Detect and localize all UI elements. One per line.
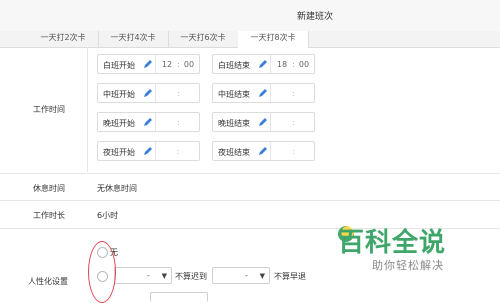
late-tolerance-select[interactable]: - ▼ [114, 267, 172, 284]
highlight-annotation [88, 241, 116, 303]
tab-2-punches[interactable]: 一天打2次卡 [28, 31, 99, 47]
minute-field[interactable]: 00 [297, 60, 311, 69]
early-text: 不算早退 [274, 272, 306, 281]
dropdown-arrow-icon: ▼ [259, 272, 265, 280]
pencil-icon[interactable] [258, 88, 268, 98]
tab-4-punches[interactable]: 一天打4次卡 [98, 31, 169, 47]
evening-shift-start[interactable]: 晚班开始 : [97, 112, 200, 132]
time-colon: : [292, 89, 295, 98]
dialog-header: 新建班次 [0, 0, 500, 33]
dialog-title: 新建班次 [297, 12, 334, 22]
slot-label: 白班结束 [218, 61, 250, 70]
row-divider [0, 173, 500, 174]
evening-shift-end[interactable]: 晚班结束 : [212, 112, 315, 132]
tab-label: 一天打4次卡 [110, 33, 156, 42]
select-value: - [147, 271, 150, 280]
watermark-subtitle: 助你轻松解决 [372, 259, 444, 272]
divider [270, 55, 271, 73]
work-time-label: 工作时间 [33, 105, 65, 114]
time-colon: : [292, 118, 295, 127]
slot-label: 夜班开始 [103, 148, 135, 157]
time-colon: : [177, 89, 180, 98]
minute-field[interactable]: 00 [182, 60, 196, 69]
time-colon: : [292, 60, 295, 69]
rest-time-value: 无休息时间 [97, 184, 137, 193]
divider [155, 84, 156, 102]
day-shift-start[interactable]: 白班开始 12 : 00 [97, 54, 200, 74]
time-colon: : [177, 147, 180, 156]
watermark-title: 百科全说 [338, 228, 447, 258]
day-shift-end[interactable]: 白班结束 18 : 00 [212, 54, 315, 74]
tab-8-punches[interactable]: 一天打8次卡 [238, 31, 309, 48]
slot-label: 白班开始 [103, 61, 135, 70]
night-shift-start[interactable]: 夜班开始 : [97, 141, 200, 161]
slot-label: 晚班开始 [103, 119, 135, 128]
select-value: - [245, 271, 248, 280]
early-tolerance-select[interactable]: - ▼ [212, 267, 270, 284]
tab-label: 一天打6次卡 [180, 33, 226, 42]
hour-field[interactable]: 12 [160, 60, 174, 69]
work-duration-value: 6小时 [97, 211, 119, 220]
pencil-icon[interactable] [143, 146, 153, 156]
tab-bar: 一天打2次卡 一天打4次卡 一天打6次卡 一天打8次卡 [0, 31, 500, 48]
work-duration-label: 工作时长 [33, 211, 65, 220]
hour-field[interactable]: 18 [275, 60, 289, 69]
divider [270, 113, 271, 131]
tab-6-punches[interactable]: 一天打6次卡 [168, 31, 239, 47]
pencil-icon[interactable] [258, 59, 268, 69]
watermark: 百科全说 助你轻松解决 [338, 222, 468, 273]
row-divider [0, 200, 500, 201]
dropdown-arrow-icon: ▼ [161, 272, 167, 280]
time-colon: : [292, 147, 295, 156]
slot-label: 中班开始 [103, 90, 135, 99]
pencil-icon[interactable] [258, 117, 268, 127]
divider [155, 113, 156, 131]
rest-time-label: 休息时间 [33, 184, 65, 193]
mid-shift-start[interactable]: 中班开始 : [97, 83, 200, 103]
divider [270, 142, 271, 160]
late-text: 不算迟到 [175, 272, 207, 281]
time-colon: : [177, 118, 180, 127]
slot-label: 晚班结束 [218, 119, 250, 128]
pencil-icon[interactable] [143, 59, 153, 69]
tab-label: 一天打2次卡 [40, 33, 86, 42]
time-colon: : [177, 60, 180, 69]
pencil-icon[interactable] [258, 146, 268, 156]
label-column-divider [87, 47, 88, 172]
humanize-label: 人性化设置 [28, 277, 68, 286]
pencil-icon[interactable] [143, 88, 153, 98]
next-select[interactable] [150, 292, 208, 302]
divider [270, 84, 271, 102]
divider [155, 142, 156, 160]
mid-shift-end[interactable]: 中班结束 : [212, 83, 315, 103]
slot-label: 中班结束 [218, 90, 250, 99]
tab-label: 一天打8次卡 [250, 33, 296, 42]
pencil-icon[interactable] [143, 117, 153, 127]
divider [155, 55, 156, 73]
slot-label: 夜班结束 [218, 148, 250, 157]
night-shift-end[interactable]: 夜班结束 : [212, 141, 315, 161]
